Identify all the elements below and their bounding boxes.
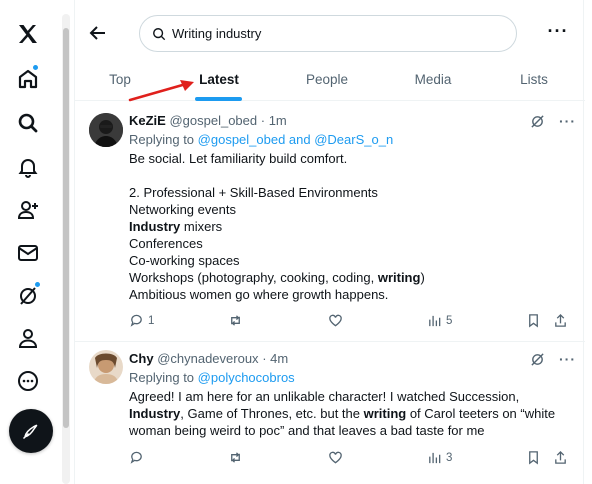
reply-button[interactable]: 1 [129, 313, 154, 328]
share-icon [555, 450, 566, 464]
tweet-more-icon[interactable]: ··· [559, 351, 576, 367]
tweet-line: Agreed! I am here for an unlikable chara… [129, 389, 520, 404]
tweet-top-actions: ··· [530, 351, 576, 367]
messages-mail-icon[interactable] [11, 236, 45, 270]
replying-to: Replying to @polychocobros [129, 370, 295, 385]
back-arrow-icon[interactable] [87, 22, 109, 44]
scrollbar-thumb[interactable] [63, 28, 69, 428]
bookmark-icon [529, 314, 538, 328]
heart-icon [329, 451, 342, 464]
replying-label: Replying to [129, 132, 198, 147]
repost-icon [231, 452, 240, 463]
profile-icon[interactable] [11, 321, 45, 355]
tab-latest[interactable]: Latest [193, 58, 245, 101]
tweet-text: Agreed! I am here for an unlikable chara… [129, 388, 569, 439]
tab-people[interactable]: People [295, 58, 359, 101]
side-nav [0, 0, 60, 484]
tweet-line: Industry, Game of Thrones, etc. but the … [129, 406, 556, 421]
heart-icon [329, 314, 342, 327]
notifications-bell-icon[interactable] [11, 150, 45, 184]
search-input[interactable] [172, 26, 492, 41]
search-icon [153, 27, 166, 40]
share-icon [555, 313, 566, 327]
like-button[interactable] [328, 313, 347, 328]
tweet[interactable]: Chy @chynadeveroux · 4m ··· Replying to … [75, 342, 585, 484]
views-chart-icon [429, 315, 441, 327]
grok-explain-icon[interactable] [530, 114, 545, 129]
repost-button[interactable] [228, 450, 247, 465]
tweet-line: Workshops (photography, cooking, coding,… [129, 270, 425, 285]
share-button[interactable] [553, 313, 572, 328]
views-count: 5 [446, 314, 453, 327]
explore-search-icon[interactable] [11, 106, 45, 140]
tweet-line: Industry mixers [129, 219, 223, 234]
follow-add-user-icon[interactable] [11, 193, 45, 227]
home-icon[interactable] [11, 62, 45, 96]
bookmark-icon [529, 451, 538, 465]
tweet-line: woman being weird to poc” and that leave… [129, 423, 485, 438]
tweet-top-actions: ··· [530, 113, 576, 129]
tweet-time[interactable]: · 4m [262, 351, 288, 366]
more-options-icon[interactable]: ··· [547, 22, 569, 44]
views-button[interactable]: 3 [427, 450, 452, 465]
user-handle[interactable]: @chynadeveroux [157, 351, 258, 366]
like-button[interactable] [328, 450, 347, 465]
display-name[interactable]: Chy [129, 351, 154, 366]
red-annotation-arrow [128, 80, 194, 102]
reply-count: 1 [148, 314, 155, 327]
user-handle[interactable]: @gospel_obed [169, 113, 257, 128]
replying-label: Replying to [129, 370, 198, 385]
tweet-line: Conferences [129, 236, 203, 251]
search-results-column: ··· Top Latest People Media Lists KeZiE … [74, 0, 585, 484]
home-notification-dot [32, 64, 39, 71]
post-button[interactable] [9, 409, 53, 453]
share-button[interactable] [553, 450, 572, 465]
replying-to: Replying to @gospel_obed and @DearS_o_n [129, 132, 393, 147]
tweet-time[interactable]: · 1m [261, 113, 287, 128]
bookmark-button[interactable] [526, 313, 545, 328]
views-button[interactable]: 5 [427, 313, 452, 328]
tab-media[interactable]: Media [405, 58, 461, 101]
display-name[interactable]: KeZiE [129, 113, 166, 128]
tweet-header: KeZiE @gospel_obed · 1m [129, 113, 287, 128]
tweet-text: Be social. Let familiarity build comfort… [129, 150, 569, 303]
more-circle-icon[interactable] [11, 364, 45, 398]
avatar[interactable] [89, 113, 123, 147]
replying-to-link[interactable]: @polychocobros [198, 370, 295, 385]
grok-explain-icon[interactable] [530, 352, 545, 367]
tweet[interactable]: KeZiE @gospel_obed · 1m ··· Replying to … [75, 101, 585, 342]
x-logo-icon[interactable] [11, 17, 45, 51]
tweet-line: Be social. Let familiarity build comfort… [129, 151, 348, 166]
reply-icon [130, 314, 142, 327]
tweet-line: Co-working spaces [129, 253, 240, 268]
views-chart-icon [429, 452, 441, 464]
replying-to-link[interactable]: @gospel_obed and @DearS_o_n [198, 132, 394, 147]
tweet-actions: 1 5 [129, 313, 569, 333]
feather-icon [22, 424, 38, 440]
reply-icon [130, 451, 142, 464]
repost-button[interactable] [228, 313, 247, 328]
tab-lists[interactable]: Lists [511, 58, 557, 101]
avatar[interactable] [89, 350, 123, 384]
search-box[interactable] [139, 15, 517, 52]
tweet-more-icon[interactable]: ··· [559, 113, 576, 129]
views-count: 3 [446, 451, 453, 464]
tweet-line: 2. Professional + Skill-Based Environmen… [129, 185, 378, 200]
tweet-header: Chy @chynadeveroux · 4m [129, 351, 288, 366]
tweet-line: Networking events [129, 202, 236, 217]
tweet-actions: 3 [129, 450, 569, 470]
reply-button[interactable] [129, 450, 148, 465]
bookmark-button[interactable] [526, 450, 545, 465]
tweet-line: Ambitious women go where growth happens. [129, 287, 389, 302]
grok-notification-dot [34, 281, 41, 288]
repost-icon [231, 315, 240, 326]
